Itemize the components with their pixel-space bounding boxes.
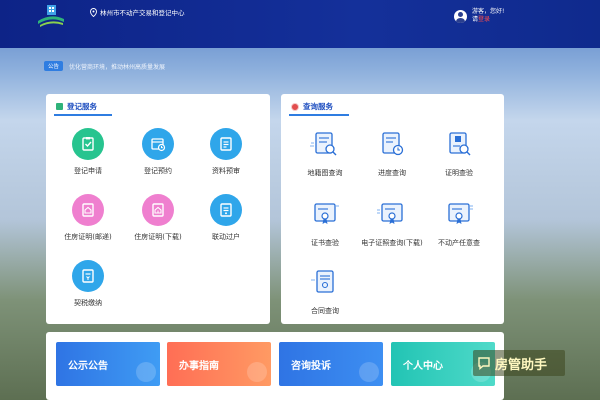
query-item-property-any[interactable]: 不动产任意查 [424, 200, 494, 248]
registration-item-label: 住房证明(下载) [134, 233, 182, 241]
user-area[interactable]: 游客，您好! 请登录 [454, 8, 504, 24]
query-item-label: 电子证照查询(下载) [361, 239, 423, 247]
query-item-certificate-verify[interactable]: 证明查验 [424, 130, 494, 178]
registration-item-label: 资料预审 [212, 167, 240, 175]
location-text: 林州市不动产交易和登记中心 [100, 9, 185, 17]
transfer-document-icon [210, 194, 242, 226]
notice-bar: 公告 优化营商环境，推动林州高质量发展 [44, 61, 165, 71]
card-label: 办事指南 [179, 360, 219, 372]
logo-icon[interactable] [36, 3, 66, 31]
registration-panel: 登记服务 登记申请 登记预约 资料预审 住房证明(邮递) 住房证明(下载) 联动… [46, 94, 270, 324]
card-consult-complaint[interactable]: 咨询投诉 [279, 342, 383, 386]
registration-item-linked-transfer[interactable]: 联动过户 [191, 194, 261, 242]
query-item-cadastral[interactable]: 地籍图查询 [290, 130, 360, 178]
card-service-guide[interactable]: 办事指南 [167, 342, 271, 386]
calendar-clock-icon [142, 128, 174, 160]
avatar[interactable] [454, 9, 467, 23]
registration-title-underline [54, 114, 112, 116]
login-link[interactable]: 登录 [478, 16, 490, 23]
watermark-text: 房管助手 [495, 357, 548, 373]
house-certificate-mail-icon [72, 194, 104, 226]
registration-item-prereview[interactable]: 资料预审 [191, 128, 261, 176]
document-review-icon [210, 128, 242, 160]
query-title-icon [291, 102, 299, 111]
top-header: 林州市不动产交易和登记中心 游客，您好! 请登录 [0, 0, 600, 48]
query-title-text: 查询服务 [303, 102, 333, 111]
location-label: 林州市不动产交易和登记中心 [90, 7, 185, 17]
query-panel: 查询服务 地籍图查询 进度查询 证明查验 证书查验 电子证照查询(下载) 不动产… [281, 94, 504, 324]
card-label: 咨询投诉 [291, 360, 331, 372]
registration-title: 登记服务 [56, 101, 97, 112]
property-query-icon [448, 203, 473, 224]
card-public-notice[interactable]: 公示公告 [56, 342, 160, 386]
registration-item-label: 登记申请 [74, 167, 102, 175]
location-pin-icon [90, 7, 97, 17]
registration-item-label: 契税缴纳 [74, 299, 102, 307]
chat-bubble-icon [478, 357, 490, 370]
registration-item-housing-download[interactable]: 住房证明(下载) [123, 194, 193, 242]
registration-item-apply[interactable]: 登记申请 [53, 128, 123, 176]
house-certificate-download-icon [142, 194, 174, 226]
registration-item-label: 住房证明(邮递) [64, 233, 112, 241]
clipboard-edit-icon [72, 128, 104, 160]
query-item-label: 地籍图查询 [307, 169, 343, 177]
registration-item-tax[interactable]: 契税缴纳 [53, 260, 123, 308]
query-item-label: 证明查验 [445, 169, 473, 177]
card-label: 个人中心 [403, 360, 443, 372]
bottom-nav-panel: 公示公告 办事指南 咨询投诉 个人中心 [46, 332, 504, 400]
query-item-label: 证书查验 [311, 239, 339, 247]
e-license-query-icon [377, 203, 403, 224]
query-item-contract[interactable]: 合同查询 [290, 268, 360, 316]
query-item-label: 不动产任意查 [438, 239, 480, 247]
certificate-verify-icon [449, 132, 471, 156]
card-label: 公示公告 [68, 360, 108, 372]
notice-text[interactable]: 优化营商环境，推动林州高质量发展 [69, 62, 165, 71]
registration-item-label: 登记预约 [144, 167, 172, 175]
query-title-underline [289, 114, 349, 116]
query-item-label: 进度查询 [378, 169, 406, 177]
progress-clock-icon [382, 132, 404, 156]
greeting-text: 游客，您好! [472, 8, 505, 15]
watermark: 房管助手 [473, 350, 565, 376]
certificate-check-icon [314, 203, 339, 224]
query-item-e-license[interactable]: 电子证照查询(下载) [357, 200, 427, 248]
query-item-certificate-check[interactable]: 证书查验 [290, 200, 360, 248]
query-item-progress[interactable]: 进度查询 [357, 130, 427, 178]
registration-item-appointment[interactable]: 登记预约 [123, 128, 193, 176]
registration-title-text: 登记服务 [67, 102, 97, 111]
contract-query-icon [311, 270, 334, 293]
cadastral-map-search-icon [310, 132, 337, 156]
registration-item-housing-mail[interactable]: 住房证明(邮递) [53, 194, 123, 242]
query-title: 查询服务 [291, 101, 333, 112]
notice-badge: 公告 [44, 61, 64, 71]
registration-title-icon [56, 103, 63, 110]
query-item-label: 合同查询 [311, 307, 339, 315]
registration-item-label: 联动过户 [212, 233, 240, 241]
tax-payment-icon [72, 260, 104, 292]
